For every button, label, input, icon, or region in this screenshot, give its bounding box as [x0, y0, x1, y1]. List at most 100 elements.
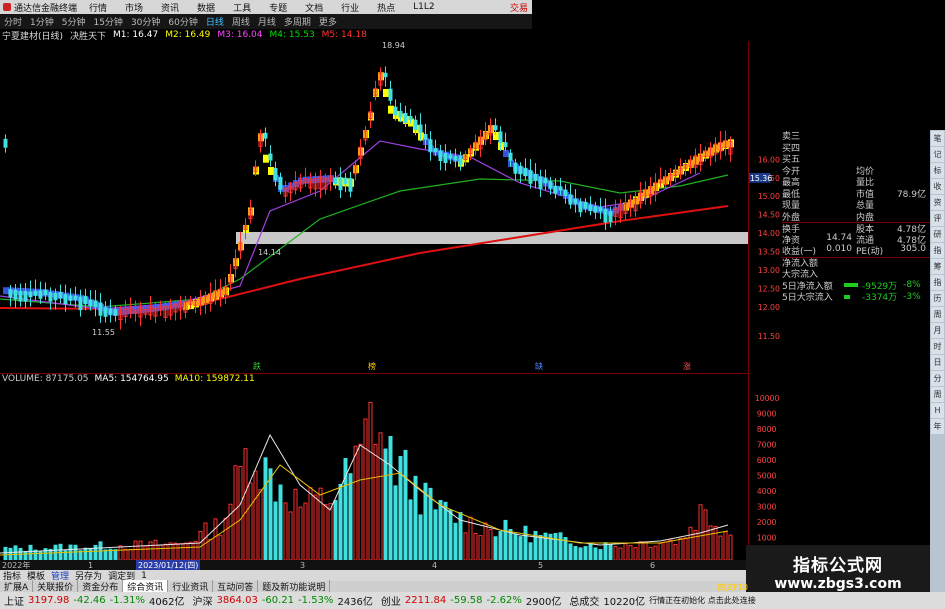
event-mark-2[interactable]: 榜 [368, 361, 376, 371]
right-tab[interactable]: 月 [931, 323, 944, 338]
tab-1min[interactable]: 1分钟 [26, 15, 58, 28]
right-tab[interactable]: 资 [931, 195, 944, 210]
candle-body [563, 189, 568, 196]
tab-15min[interactable]: 15分钟 [89, 15, 126, 28]
volume-bar [273, 501, 278, 560]
kline-chart[interactable]: 18.94 14.14 11.55 跌 榜 缺 涨 [0, 41, 748, 373]
volume-bar [208, 538, 213, 560]
sz-index: 3864.03 [216, 595, 258, 606]
menu-news[interactable]: 资讯 [152, 1, 188, 14]
candle-body [28, 291, 33, 298]
candle-body [113, 309, 118, 316]
volume-bar [143, 545, 148, 560]
menu-topics[interactable]: 专题 [260, 1, 296, 14]
right-tab[interactable]: 历 [931, 291, 944, 306]
volume-bar [178, 543, 183, 560]
vol-axis-label: 2000 [757, 518, 777, 527]
menu-industry[interactable]: 行业 [332, 1, 368, 14]
volume-bar [283, 502, 288, 560]
indicator-name[interactable]: 决胜天下 [70, 29, 106, 42]
right-tab[interactable]: 收 [931, 179, 944, 194]
volume-bar [583, 546, 588, 560]
right-tab[interactable]: 指 [931, 243, 944, 258]
right-tab[interactable]: 分 [931, 371, 944, 386]
candle-body [73, 295, 78, 301]
price-label: 12.00 [758, 303, 780, 312]
event-mark-3[interactable]: 缺 [535, 361, 543, 371]
candle-body [333, 177, 338, 185]
tab-daily[interactable]: 日线 [202, 15, 228, 28]
volume-bar [713, 526, 718, 560]
volume-bar [288, 511, 293, 560]
sh-name[interactable]: 上证 [0, 593, 24, 608]
ma1-value: M1: 16.47 [113, 30, 159, 40]
timeline-label: 3 [300, 560, 306, 570]
candle-body [38, 290, 43, 299]
menu-hot[interactable]: 热点 [368, 1, 404, 14]
candle-body [103, 307, 108, 317]
right-tab[interactable]: 研 [931, 227, 944, 242]
flow-bar [844, 294, 850, 299]
candle-body [568, 194, 573, 205]
volume-bar [233, 465, 238, 560]
volume-bar [258, 489, 263, 560]
candle-body [608, 211, 613, 223]
right-tab[interactable]: 周 [931, 387, 944, 402]
volume-bar [463, 532, 468, 560]
right-tab[interactable]: 年 [931, 419, 944, 434]
menu-tools[interactable]: 工具 [224, 1, 260, 14]
tab-5min[interactable]: 5分钟 [58, 15, 90, 28]
menu-docs[interactable]: 文档 [296, 1, 332, 14]
menu-quotes[interactable]: 行情 [80, 1, 116, 14]
candle-body [553, 185, 558, 194]
right-tab[interactable]: 指 [931, 275, 944, 290]
candle-body [88, 299, 93, 307]
support-annotation: 14.14 [258, 248, 281, 257]
right-tab[interactable]: 日 [931, 355, 944, 370]
volume-bar [148, 541, 153, 560]
tab-weekly[interactable]: 周线 [228, 15, 254, 28]
right-tab[interactable]: H [931, 403, 944, 418]
volume-bar [338, 483, 343, 560]
volume-bar [263, 457, 268, 560]
volume-bar [93, 544, 98, 560]
menu-l1l2[interactable]: L1L2 [404, 2, 443, 12]
menu-data[interactable]: 数据 [188, 1, 224, 14]
volume-bar [213, 518, 218, 560]
tab-60min[interactable]: 60分钟 [164, 15, 201, 28]
cy-name[interactable]: 创业 [373, 593, 401, 608]
event-mark-4[interactable]: 涨 [683, 361, 691, 371]
right-tab[interactable]: 评 [931, 211, 944, 226]
tab-intraday[interactable]: 分时 [0, 15, 26, 28]
volume-chart[interactable] [0, 385, 748, 560]
volume-bar [538, 534, 543, 560]
tab-multi-period[interactable]: 多周期 [280, 15, 315, 28]
right-tab[interactable]: 时 [931, 339, 944, 354]
candle-body [83, 295, 88, 305]
volume-bar [173, 542, 178, 560]
connection-notice[interactable]: 行情正在初始化 点击此处连接 [645, 595, 756, 606]
right-tab[interactable]: 筹 [931, 259, 944, 274]
tab-more[interactable]: 更多 [315, 15, 341, 28]
menu-market[interactable]: 市场 [116, 1, 152, 14]
volume-bar [28, 544, 33, 560]
right-tab[interactable]: 标 [931, 163, 944, 178]
vol-axis-label: 6000 [757, 456, 777, 465]
volume-bar [658, 542, 663, 560]
trade-button[interactable]: 交易 [510, 1, 532, 14]
vol-axis-label: 5000 [757, 472, 777, 481]
volume-bar [133, 540, 138, 560]
tab-30min[interactable]: 30分钟 [127, 15, 164, 28]
tab-monthly[interactable]: 月线 [254, 15, 280, 28]
tab-count[interactable]: 1 [138, 571, 150, 581]
event-mark-1[interactable]: 跌 [253, 361, 261, 371]
volume-bar [603, 542, 608, 560]
right-tab[interactable]: 周 [931, 307, 944, 322]
watermark-url: www.zbgs3.com [774, 576, 902, 592]
candle-body [498, 131, 503, 144]
status-bar: 上证 3197.98 -42.46 -1.31% 4062亿 沪深 3864.0… [0, 592, 945, 609]
right-tab[interactable]: 笔 [931, 131, 944, 146]
sz-name[interactable]: 沪深 [184, 593, 212, 608]
candle-body [418, 124, 423, 133]
right-tab[interactable]: 记 [931, 147, 944, 162]
